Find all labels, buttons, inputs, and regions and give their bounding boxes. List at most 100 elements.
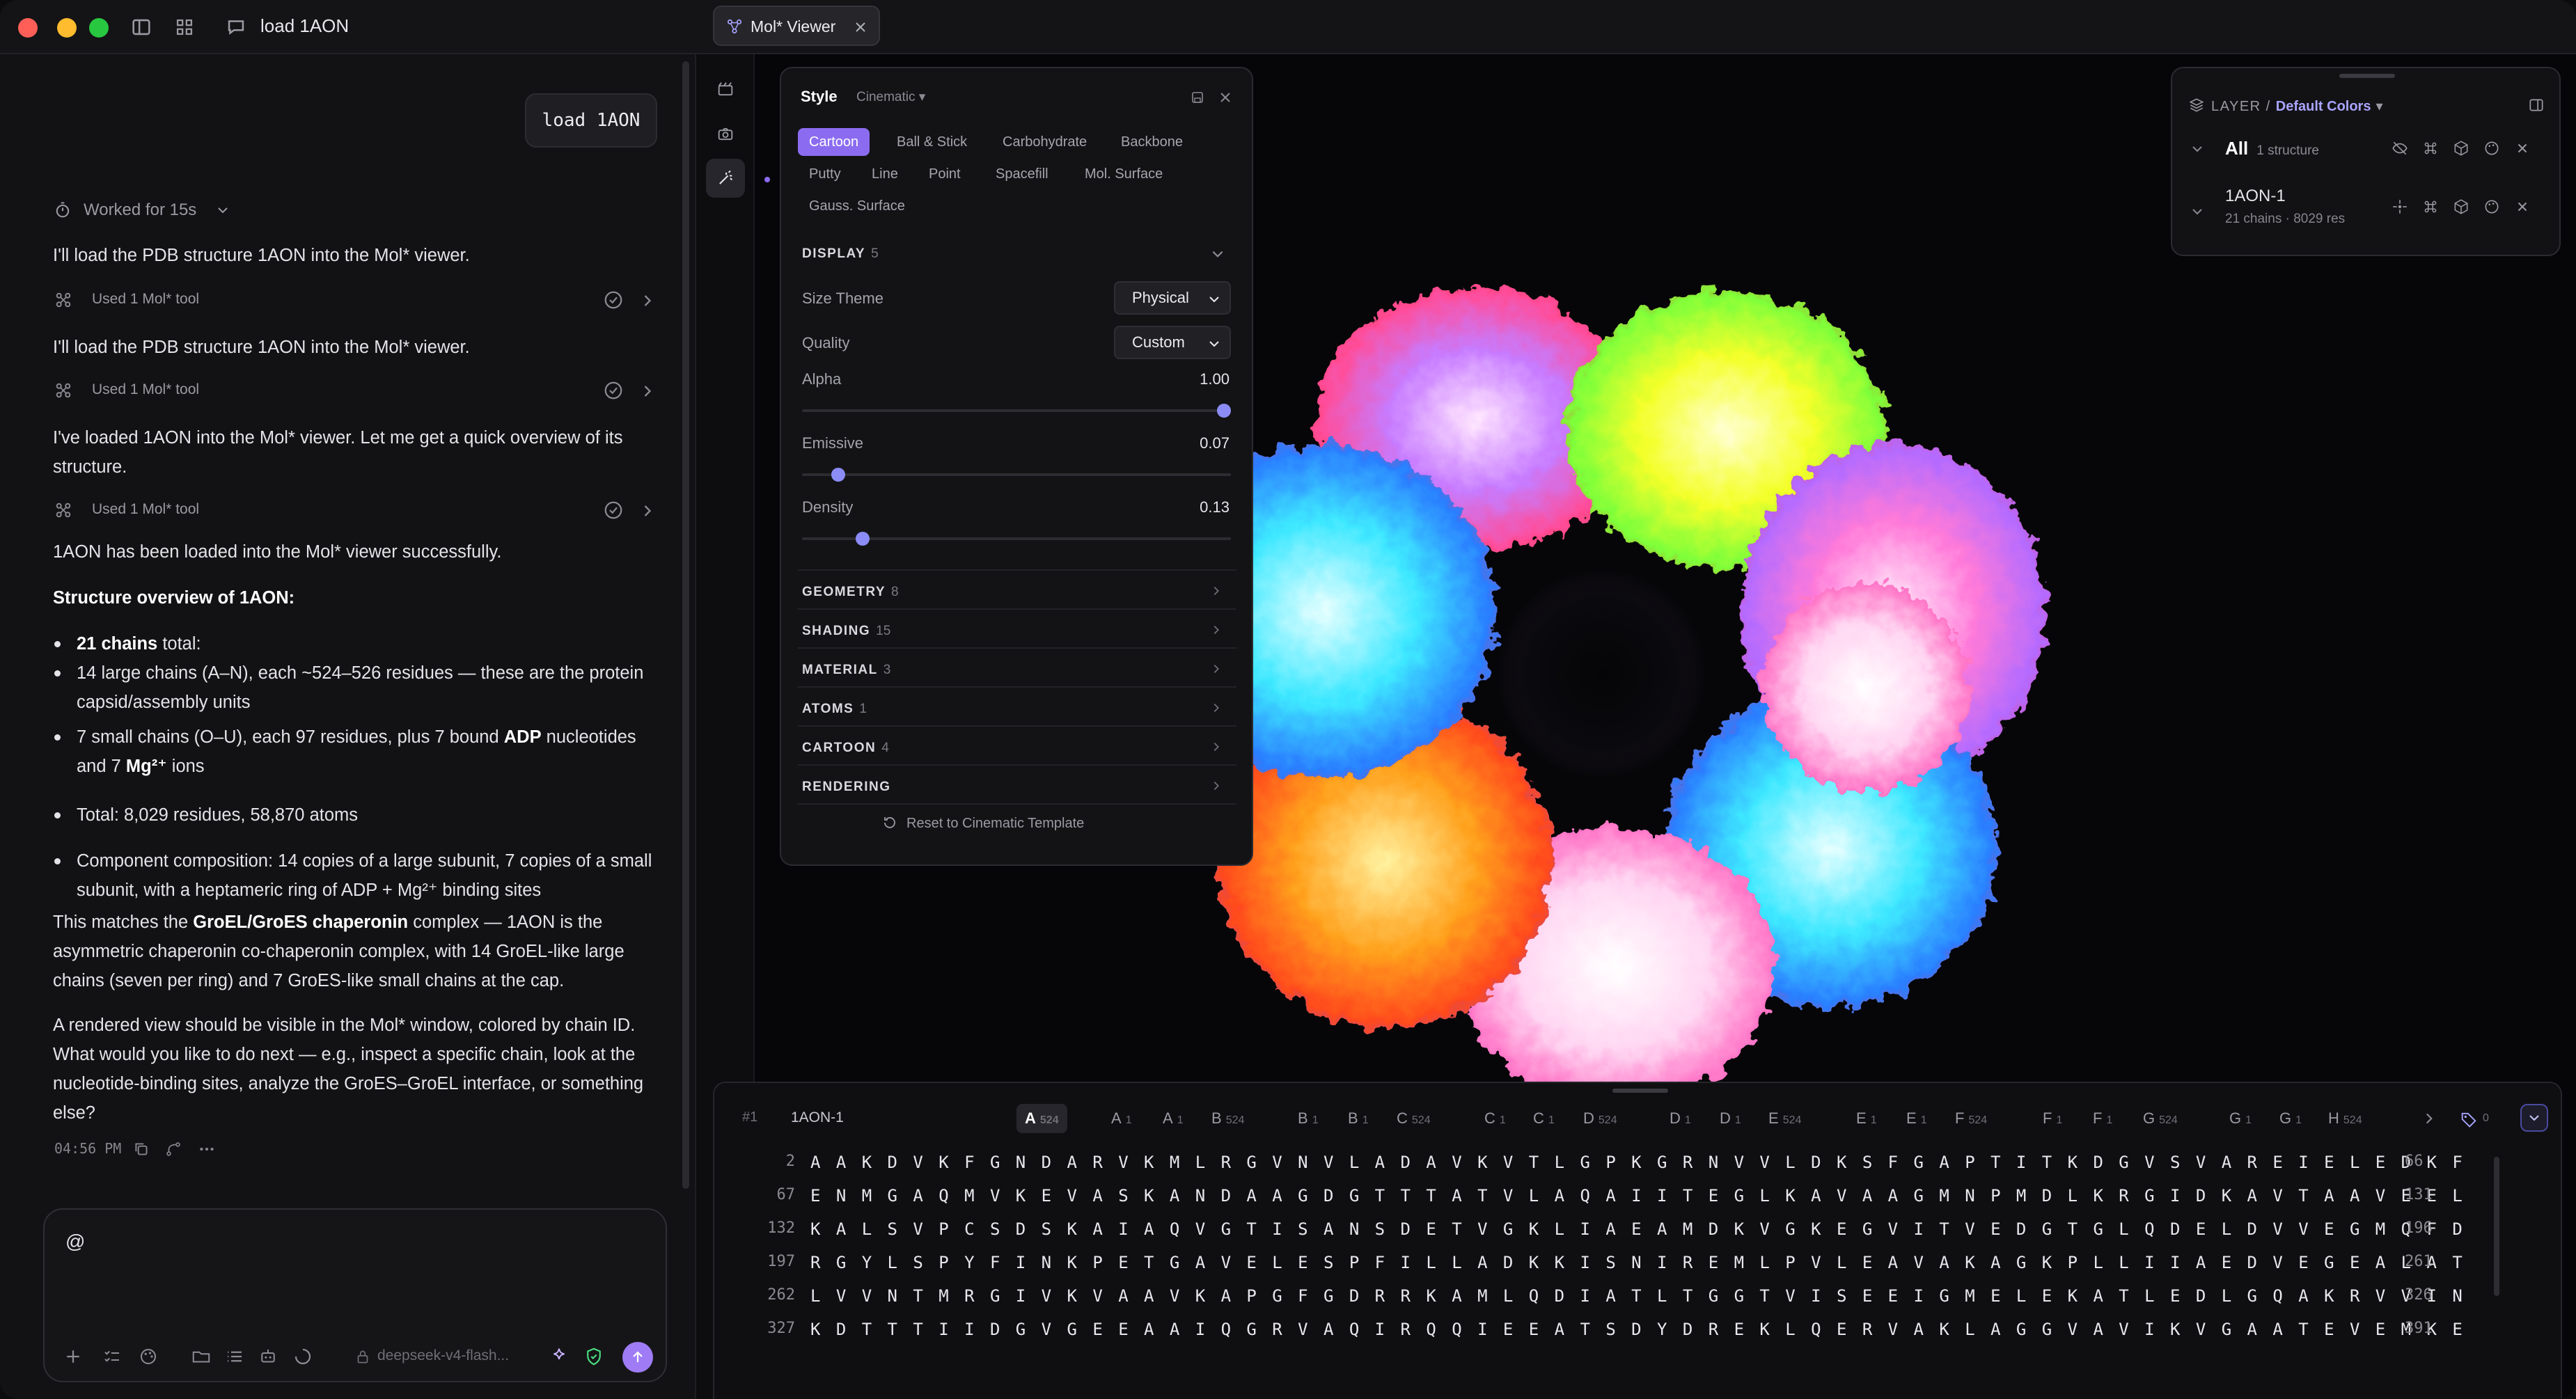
chain-tab[interactable]: G 524 (2135, 1104, 2186, 1133)
cartoon-section-header[interactable]: CARTOON 4 (802, 741, 889, 756)
mol-viewer[interactable]: Style Cinematic ▾ Cartoon Ball & Stick C… (696, 54, 2576, 1399)
rep-carbohydrate[interactable]: Carbohydrate (991, 128, 1098, 156)
plus-icon[interactable] (63, 1346, 84, 1367)
chain-tab[interactable]: B 524 (1203, 1104, 1252, 1133)
chat-scrollbar[interactable] (682, 61, 689, 1189)
grid-icon[interactable] (173, 15, 196, 39)
quality-select[interactable]: Custom (1114, 326, 1231, 359)
shading-section-header[interactable]: SHADING 15 (802, 624, 890, 639)
chain-tab[interactable]: D 524 (1575, 1104, 1626, 1133)
chevron-right-icon[interactable] (1210, 663, 1223, 675)
focus-icon[interactable] (2391, 198, 2409, 216)
rep-spacefill[interactable]: Spacefill (984, 160, 1060, 188)
chevron-right-icon[interactable] (639, 381, 656, 401)
sequence-options-button[interactable] (2520, 1104, 2548, 1132)
chain-tab[interactable]: D1 (1711, 1104, 1750, 1133)
residue-letters[interactable]: ENMGAQMVKEVASKANDAAGDGTTTATVLAQAIITEGLKA… (810, 1186, 2478, 1206)
size-theme-select[interactable]: Physical (1114, 281, 1231, 315)
more-icon[interactable] (198, 1140, 216, 1158)
checklist-icon[interactable] (102, 1346, 123, 1367)
bot-icon[interactable] (258, 1346, 278, 1367)
sparkle-icon[interactable] (549, 1346, 570, 1367)
sequence-scrollbar[interactable] (2494, 1157, 2499, 1296)
residue-letters[interactable]: LVVNTMRGIVKVAAVKAPGFGDRRKAMLQDIATLTGGTVI… (810, 1286, 2478, 1306)
shield-check-icon[interactable] (583, 1346, 604, 1367)
chain-tab[interactable]: E1 (1848, 1104, 1885, 1133)
palette-icon[interactable] (2483, 198, 2501, 216)
command-icon[interactable] (2421, 139, 2440, 157)
chevron-right-icon[interactable] (1210, 585, 1223, 597)
rep-backbone[interactable]: Backbone (1110, 128, 1194, 156)
chain-tab[interactable]: G1 (2271, 1104, 2310, 1133)
chain-tab[interactable]: H 524 (2320, 1104, 2371, 1133)
chain-tab[interactable]: E 524 (1760, 1104, 1809, 1133)
rep-putty[interactable]: Putty (798, 160, 852, 188)
molecule-rendering[interactable] (1184, 249, 2123, 1119)
residue-letters[interactable]: RGYLSPYFINKPETGAVELESPFILLADKKISNIREMLPV… (810, 1253, 2478, 1272)
copy-icon[interactable] (132, 1140, 150, 1158)
residue-letters[interactable]: KALSVPCSDSKAIAQVGTISANSDETVGKLIAEAMDKVGK… (810, 1219, 2478, 1239)
rep-cartoon[interactable]: Cartoon (798, 128, 870, 156)
structure-entry-name[interactable]: 1AON-1 (2225, 187, 2286, 206)
alpha-slider-knob[interactable] (1217, 404, 1231, 418)
tag-icon[interactable] (2459, 1109, 2479, 1129)
drag-handle[interactable] (2339, 74, 2395, 78)
close-window-button[interactable] (18, 18, 38, 38)
chevron-down-icon[interactable] (2190, 205, 2204, 219)
preset-dropdown[interactable]: Cinematic ▾ (856, 89, 925, 105)
chain-tab[interactable]: A 524 (1016, 1104, 1067, 1133)
chevron-right-icon[interactable] (1210, 702, 1223, 714)
maximize-window-button[interactable] (89, 18, 109, 38)
cube-icon[interactable] (2452, 139, 2470, 157)
clapperboard-icon[interactable] (706, 70, 745, 109)
sequence-row[interactable]: 197 RGYLSPYFINKPETGAVELESPFILLADKKISNIREM… (714, 1253, 2563, 1286)
command-icon[interactable] (2421, 198, 2440, 216)
chevron-right-icon[interactable] (639, 291, 656, 310)
entry-name[interactable]: 1AON-1 (791, 1109, 844, 1126)
chain-tab[interactable]: A1 (1154, 1104, 1192, 1133)
display-section-header[interactable]: DISPLAY 5 (802, 246, 879, 262)
sequence-row[interactable]: 67 ENMGAQMVKEVASKANDAAGDGTTTATVLAQAIITEGL… (714, 1186, 2563, 1219)
sequence-row[interactable]: 2 AAKDVKFGNDARVKMLRGVNVLADAVKVTLGPKGRNVVL… (714, 1153, 2563, 1186)
chain-tab[interactable]: B1 (1289, 1104, 1327, 1133)
folder-icon[interactable] (191, 1346, 212, 1367)
rep-gauss-surface[interactable]: Gauss. Surface (798, 192, 916, 220)
chevron-down-icon[interactable] (1210, 246, 1225, 262)
camera-icon[interactable] (706, 114, 745, 153)
palette-icon[interactable] (2483, 139, 2501, 157)
chain-tab[interactable]: B1 (1340, 1104, 1377, 1133)
chain-tab[interactable]: G1 (2221, 1104, 2260, 1133)
chevron-right-icon[interactable] (1210, 624, 1223, 636)
residue-letters[interactable]: KDTTTIIDGVGEEAAIQGRVAQIRQQIEEATSDYDREKLQ… (810, 1320, 2478, 1339)
rendering-section-header[interactable]: RENDERING (802, 780, 897, 795)
list-icon[interactable] (224, 1346, 245, 1367)
material-section-header[interactable]: MATERIAL 3 (802, 663, 890, 678)
tool-call-row[interactable]: Used 1 Mol* tool (53, 287, 657, 315)
sequence-row[interactable]: 132 KALSVPCSDSKAIAQVGTISANSDETVGKLIAEAMDK… (714, 1219, 2563, 1253)
eye-off-icon[interactable] (2391, 139, 2409, 157)
alpha-slider[interactable] (802, 404, 1231, 418)
save-icon[interactable] (1189, 89, 1206, 106)
composer-input[interactable]: @ (65, 1231, 85, 1253)
chain-tab[interactable]: C1 (1525, 1104, 1563, 1133)
density-slider[interactable] (802, 532, 1231, 546)
chain-tab[interactable]: D1 (1661, 1104, 1699, 1133)
chevron-right-icon[interactable] (2421, 1111, 2437, 1126)
chain-tab[interactable]: F 524 (1947, 1104, 1995, 1133)
minimize-window-button[interactable] (57, 18, 77, 38)
message-composer[interactable]: @ deepseek-v4-flash... (43, 1208, 667, 1382)
sequence-row[interactable]: 262 LVVNTMRGIVKVAAVKAPGFGDRRKAMLQDIATLTGG… (714, 1286, 2563, 1320)
emissive-slider[interactable] (802, 468, 1231, 482)
close-icon[interactable] (2515, 199, 2530, 214)
rep-mol-surface[interactable]: Mol. Surface (1074, 160, 1174, 188)
chain-tab[interactable]: A1 (1103, 1104, 1140, 1133)
layer-header[interactable]: LAYER / Default Colors ▾ (2211, 97, 2384, 115)
rep-line[interactable]: Line (861, 160, 909, 188)
branch-icon[interactable] (164, 1140, 182, 1158)
close-tab-icon[interactable] (854, 20, 867, 34)
emissive-slider-knob[interactable] (831, 468, 845, 482)
panel-toggle-icon[interactable] (2527, 96, 2545, 114)
chain-tab[interactable]: F1 (2084, 1104, 2121, 1133)
model-selector[interactable]: deepseek-v4-flash... (377, 1347, 509, 1364)
chain-tab[interactable]: F1 (2034, 1104, 2071, 1133)
